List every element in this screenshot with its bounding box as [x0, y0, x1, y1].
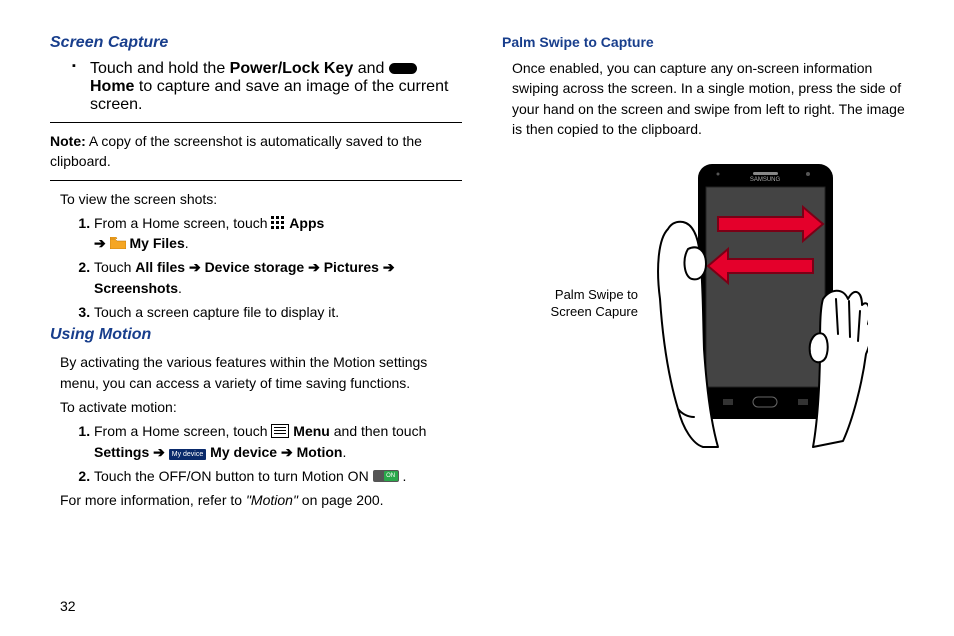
bullet-marker: ▪ [72, 60, 90, 114]
divider [50, 180, 462, 181]
view-screenshots-intro: To view the screen shots: [60, 189, 462, 209]
motion-step-1: From a Home screen, touch Menu and then … [94, 421, 462, 462]
apps-grid-icon [271, 216, 285, 230]
motion-step-2: Touch the OFF/ON button to turn Motion O… [94, 466, 462, 486]
palm-swipe-diagram: SAMSUNG [648, 159, 868, 449]
home-key-icon [389, 63, 417, 74]
bullet-screen-capture-instructions: Touch and hold the Power/Lock Key and Ho… [90, 60, 462, 114]
svg-text:SAMSUNG: SAMSUNG [750, 177, 781, 183]
page-number: 32 [60, 598, 76, 614]
step-1-from-home-apps: From a Home screen, touch Apps [94, 213, 462, 254]
motion-crossref: For more information, refer to "Motion" … [60, 490, 462, 510]
divider [50, 122, 462, 123]
step-2-path: Touch All files ➔ Device storage ➔ Pictu… [94, 257, 462, 298]
diagram-caption: Palm Swipe to Screen Capure [548, 287, 638, 321]
note-clipboard: Note: A copy of the screenshot is automa… [50, 131, 462, 172]
menu-icon [271, 424, 289, 438]
my-device-icon: My device [169, 449, 207, 460]
toggle-on-icon: ON [373, 470, 399, 482]
palm-swipe-paragraph: Once enabled, you can capture any on-scr… [512, 58, 914, 139]
activate-motion-intro: To activate motion: [60, 397, 462, 417]
motion-paragraph: By activating the various features withi… [60, 352, 462, 393]
folder-icon [110, 234, 126, 246]
heading-screen-capture: Screen Capture [50, 34, 462, 52]
heading-palm-swipe: Palm Swipe to Capture [502, 34, 914, 50]
step-3-display: Touch a screen capture file to display i… [94, 302, 462, 322]
heading-using-motion: Using Motion [50, 326, 462, 344]
